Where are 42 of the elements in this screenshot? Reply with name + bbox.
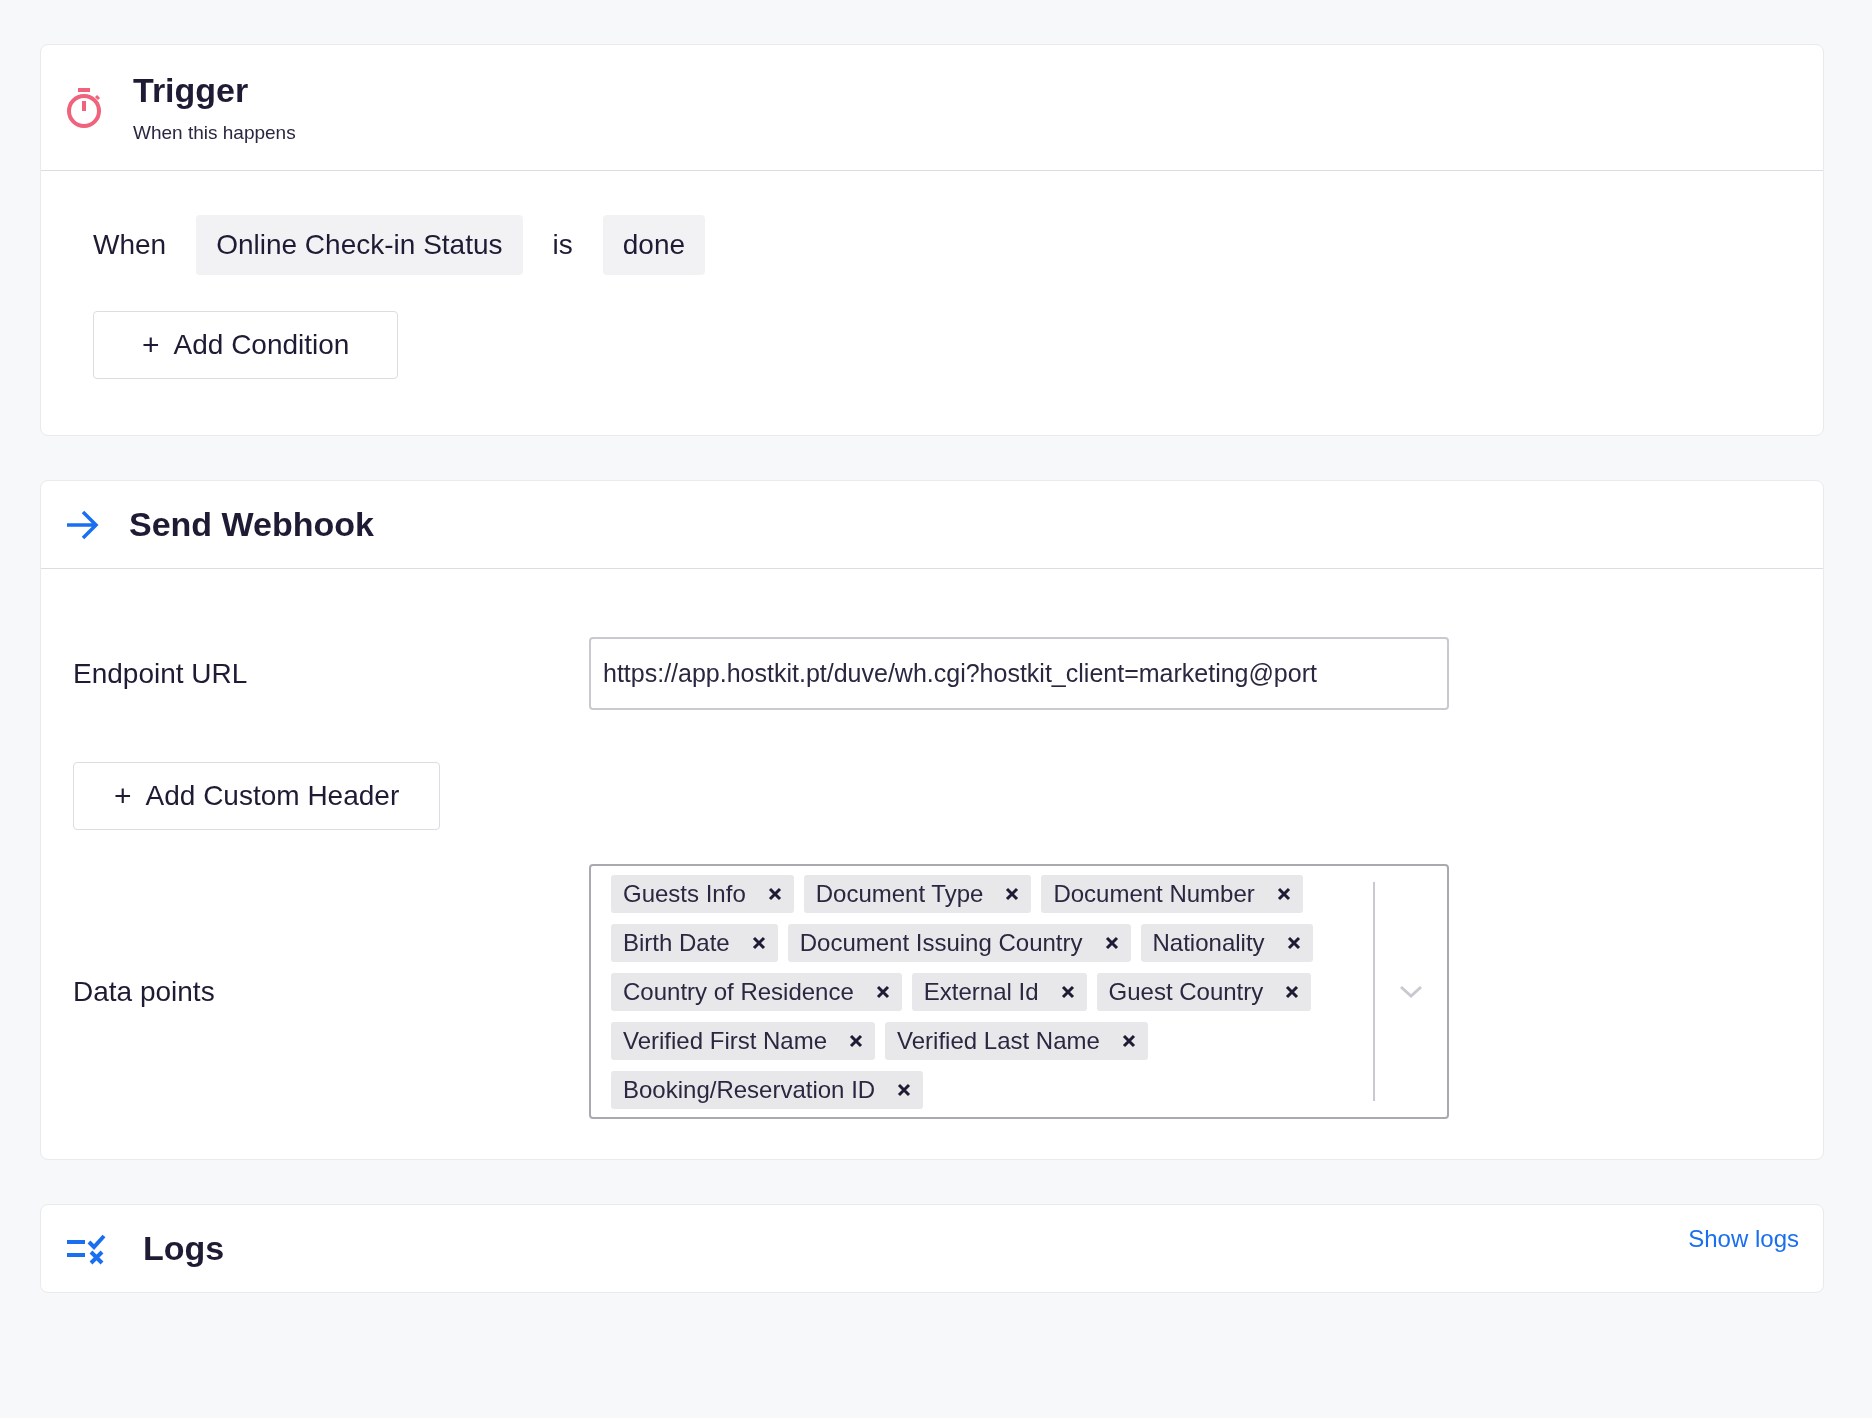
endpoint-url-field[interactable]: https://app.hostkit.pt/duve/wh.cgi?hostkit_client=marketing@port bbox=[589, 637, 1449, 710]
data-point-tag: Nationality bbox=[1140, 924, 1313, 962]
condition-word: is bbox=[552, 229, 573, 261]
card-title: Logs bbox=[143, 1229, 225, 1268]
condition-value[interactable]: done bbox=[602, 215, 706, 275]
condition-word: When bbox=[93, 229, 167, 261]
add-custom-header-button[interactable]: + Add Custom Header bbox=[73, 762, 441, 830]
add-condition-button[interactable]: + Add Condition bbox=[93, 311, 399, 379]
data-point-tag: Verified Last Name bbox=[885, 1022, 1148, 1060]
remove-tag-button[interactable] bbox=[1285, 985, 1300, 999]
card-title: Send Webhook bbox=[129, 505, 374, 544]
data-point-tag: Document Issuing Country bbox=[787, 924, 1131, 962]
field-label: Endpoint URL bbox=[73, 657, 249, 690]
remove-tag-button[interactable] bbox=[1286, 936, 1301, 950]
card-subtitle: When this happens bbox=[133, 122, 296, 144]
data-point-tag: External Id bbox=[911, 973, 1087, 1011]
data-point-tag: Document Type bbox=[803, 875, 1032, 913]
stopwatch-icon bbox=[65, 86, 103, 129]
remove-tag-button[interactable] bbox=[1104, 936, 1119, 950]
data-point-tag: Guest Country bbox=[1096, 973, 1312, 1011]
data-point-tag: Verified First Name bbox=[611, 1022, 876, 1060]
card-title: Trigger bbox=[133, 71, 250, 110]
remove-tag-button[interactable] bbox=[767, 887, 782, 901]
arrow-right-icon bbox=[65, 508, 99, 541]
field-label: Data points bbox=[73, 975, 216, 1008]
checklist-icon bbox=[65, 1232, 107, 1265]
remove-tag-button[interactable] bbox=[1276, 887, 1291, 901]
remove-tag-button[interactable] bbox=[1005, 887, 1020, 901]
remove-tag-button[interactable] bbox=[897, 1083, 912, 1097]
data-point-tag: Country of Residence bbox=[611, 973, 902, 1011]
remove-tag-button[interactable] bbox=[875, 985, 890, 999]
remove-tag-button[interactable] bbox=[849, 1034, 864, 1048]
show-logs-link[interactable]: Show logs bbox=[1688, 1225, 1799, 1253]
remove-tag-button[interactable] bbox=[1060, 985, 1075, 999]
data-point-tag: Guests Info bbox=[611, 875, 794, 913]
data-point-tag: Birth Date bbox=[611, 924, 778, 962]
data-point-tag: Document Number bbox=[1041, 875, 1303, 913]
remove-tag-button[interactable] bbox=[751, 936, 766, 950]
remove-tag-button[interactable] bbox=[1121, 1034, 1136, 1048]
condition-value[interactable]: Online Check-in Status bbox=[196, 215, 523, 275]
data-point-tag: Booking/Reservation ID bbox=[611, 1071, 924, 1109]
data-points-select[interactable]: Guests Info Document Type Document Number Birth Date Document Issuing Country Nationality Country of Residence External Id Guest Country Verified First Name Verified Last Name Booking/Reservation ID bbox=[589, 864, 1449, 1119]
